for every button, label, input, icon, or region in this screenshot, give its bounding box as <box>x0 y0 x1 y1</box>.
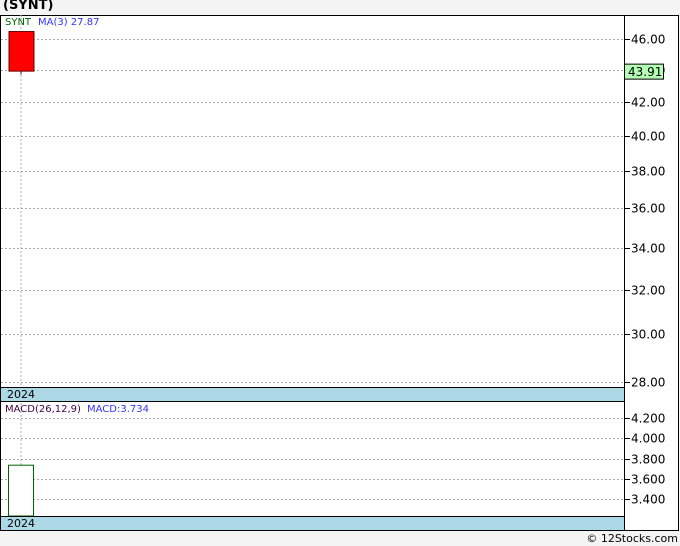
macd-bar <box>8 464 34 517</box>
date-band <box>0 387 625 402</box>
y-tick-label: 46.00 <box>631 33 665 47</box>
x-axis-label: 2024 <box>7 517 35 530</box>
y-tick-label: 4.000 <box>631 432 665 446</box>
y-tick-label: 36.00 <box>631 202 665 216</box>
stock-chart: 46.0044.0042.0040.0038.0036.0034.0032.00… <box>0 15 679 531</box>
y-tick-label: 40.00 <box>631 130 665 144</box>
y-tick-label: 28.00 <box>631 376 665 390</box>
macd-value-label: MACD:3.734 <box>87 404 149 415</box>
y-tick-label: 38.00 <box>631 165 665 179</box>
y-tick-label: 30.00 <box>631 328 665 342</box>
y-tick-label: 32.00 <box>631 284 665 298</box>
last-price-label: 43.91 <box>628 65 662 79</box>
x-axis-label: 2024 <box>7 388 35 401</box>
date-band <box>0 516 625 531</box>
macd-label: MACD(26,12,9) <box>5 404 81 415</box>
y-tick-label: 42.00 <box>631 96 665 110</box>
y-tick-label: 34.00 <box>631 242 665 256</box>
y-tick-label: 3.600 <box>631 473 665 487</box>
footer-credit: © 12Stocks.com <box>586 532 678 545</box>
y-tick-label: 3.400 <box>631 493 665 507</box>
candle-body <box>8 31 35 72</box>
y-tick-label: 4.200 <box>631 412 665 426</box>
y-tick-label: 3.800 <box>631 453 665 467</box>
ma-label: MA(3) 27.87 <box>38 17 99 28</box>
chart-frame <box>0 15 679 531</box>
ticker-label: SYNT <box>5 17 32 28</box>
